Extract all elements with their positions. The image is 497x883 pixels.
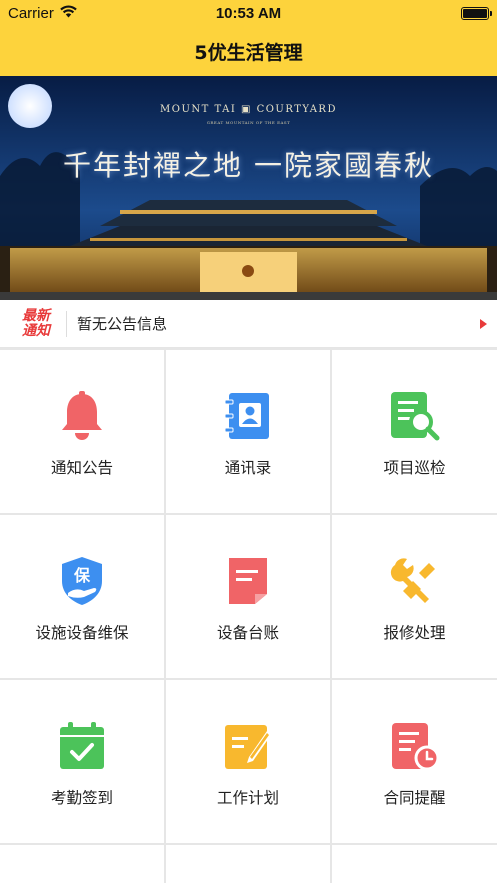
wrench-icon xyxy=(389,555,441,607)
menu-label: 考勤签到 xyxy=(50,788,113,807)
menu-grid: 通知公告 通讯录 项目巡检 保 设施设备维保 设备台账 报修处理 考勤签到 工作… xyxy=(0,348,497,883)
menu-item-attendance[interactable]: 考勤签到 xyxy=(0,680,164,843)
menu-item-equipment-ledger[interactable]: 设备台账 xyxy=(166,515,330,678)
wifi-icon xyxy=(60,4,77,22)
arrow-right-icon[interactable] xyxy=(480,318,487,329)
status-left: Carrier xyxy=(8,5,128,22)
notice-text: 暂无公告信息 xyxy=(77,315,168,333)
status-right xyxy=(369,6,492,20)
notice-divider xyxy=(66,310,67,337)
shield-char: 保 xyxy=(73,566,91,585)
battery-icon xyxy=(461,6,492,20)
menu-label: 项目巡检 xyxy=(383,458,446,477)
status-time: 10:53 AM xyxy=(215,4,282,22)
menu-label: 合同提醒 xyxy=(383,788,446,807)
page-title: 5优生活管理 xyxy=(194,41,303,64)
menu-label: 设施设备维保 xyxy=(35,623,129,642)
nav-bar: 5优生活管理 xyxy=(0,26,497,76)
banner-en-title: MOUNT TAI ▣ COURTYARD xyxy=(160,104,337,115)
plan-edit-icon xyxy=(222,720,274,772)
menu-item-contract-reminder[interactable]: 合同提醒 xyxy=(332,680,497,843)
menu-item-partial xyxy=(332,845,497,883)
bell-icon xyxy=(56,390,108,442)
menu-item-contacts[interactable]: 通讯录 xyxy=(166,350,330,513)
banner-en-subtitle: GREAT MOUNTAIN OF THE EAST xyxy=(206,120,291,125)
latest-notice-badge: 最新 通知 xyxy=(14,307,58,339)
menu-item-work-plan[interactable]: 工作计划 xyxy=(166,680,330,843)
contacts-book-icon xyxy=(222,390,274,442)
menu-item-repair[interactable]: 报修处理 xyxy=(332,515,497,678)
carrier-label: Carrier xyxy=(8,4,54,22)
notice-bar[interactable]: 最新 通知 暂无公告信息 xyxy=(0,300,497,348)
menu-item-partial xyxy=(166,845,330,883)
banner-cn-title: 千年封禪之地 一院家國春秋 xyxy=(63,149,434,182)
shield-hand-icon: 保 xyxy=(56,555,108,607)
calendar-check-icon xyxy=(56,720,108,772)
menu-item-notice[interactable]: 通知公告 xyxy=(0,350,164,513)
menu-label: 报修处理 xyxy=(383,623,446,642)
contract-clock-icon xyxy=(389,720,441,772)
menu-label: 工作计划 xyxy=(216,788,279,807)
status-bar: Carrier 10:53 AM xyxy=(0,0,497,26)
inspection-search-icon xyxy=(389,390,441,442)
menu-item-partial xyxy=(0,845,164,883)
ledger-document-icon xyxy=(222,555,274,607)
menu-item-facility-maintenance[interactable]: 保 设施设备维保 xyxy=(0,515,164,678)
badge-line1: 最新 xyxy=(22,307,50,324)
badge-line2: 通知 xyxy=(22,322,50,339)
menu-item-inspection[interactable]: 项目巡检 xyxy=(332,350,497,513)
banner-image[interactable]: MOUNT TAI ▣ COURTYARD GREAT MOUNTAIN OF … xyxy=(0,76,497,300)
menu-label: 通讯录 xyxy=(224,458,272,477)
menu-label: 通知公告 xyxy=(50,458,113,477)
menu-label: 设备台账 xyxy=(216,623,279,642)
